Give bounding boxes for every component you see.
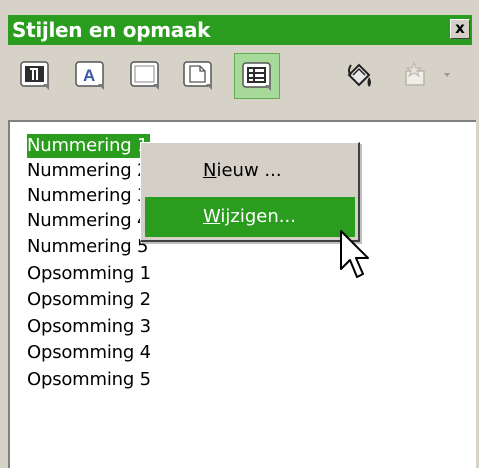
close-button[interactable]: x [450, 19, 470, 39]
list-item[interactable]: Opsomming 4 [27, 341, 151, 365]
paragraph-styles-icon [20, 61, 49, 90]
close-icon: x [455, 19, 465, 37]
list-item[interactable]: Nummering 2 [27, 159, 148, 183]
mouse-pointer-icon [340, 230, 369, 278]
list-item[interactable]: Opsomming 2 [27, 288, 151, 312]
list-styles-icon [242, 62, 271, 91]
new-label: ieuw ... [216, 160, 282, 181]
list-item[interactable]: Opsomming 5 [27, 368, 151, 392]
list-item[interactable]: Nummering 3 [27, 184, 148, 208]
list-item[interactable]: Nummering 1 [27, 134, 151, 158]
list-item[interactable]: Opsomming 3 [27, 315, 151, 339]
frame-styles-icon [130, 61, 159, 90]
new-mnemonic: N [203, 160, 217, 181]
svg-text:A: A [83, 66, 95, 85]
panel-title-bar[interactable]: Stijlen en opmaak x [8, 15, 472, 45]
fill-format-mode-button[interactable] [343, 59, 377, 93]
modify-label: ijzigen... [220, 206, 296, 227]
list-item[interactable]: Nummering 4 [27, 209, 148, 233]
page-styles-button[interactable] [182, 59, 216, 93]
context-menu: Nieuw ... Wijzigen... [140, 142, 360, 242]
new-style-from-selection-icon [405, 61, 450, 86]
list-styles-button[interactable] [234, 53, 280, 99]
style-category-toolbar: A [8, 47, 479, 113]
modify-mnemonic: W [203, 206, 221, 227]
menu-item-modify[interactable]: Wijzigen... [145, 197, 355, 237]
fill-format-mode-icon [347, 63, 371, 87]
character-styles-button[interactable]: A [74, 59, 108, 93]
paragraph-styles-button[interactable] [19, 59, 53, 93]
list-item[interactable]: Nummering 5 [27, 235, 148, 259]
menu-item-new[interactable]: Nieuw ... [145, 151, 355, 191]
list-item[interactable]: Opsomming 1 [27, 262, 151, 286]
chevron-down-icon [444, 73, 450, 77]
character-styles-icon: A [75, 61, 104, 90]
new-style-from-selection-button[interactable] [400, 59, 460, 93]
frame-styles-button[interactable] [129, 59, 163, 93]
page-styles-icon [183, 61, 212, 90]
panel-title: Stijlen en opmaak [12, 18, 211, 42]
